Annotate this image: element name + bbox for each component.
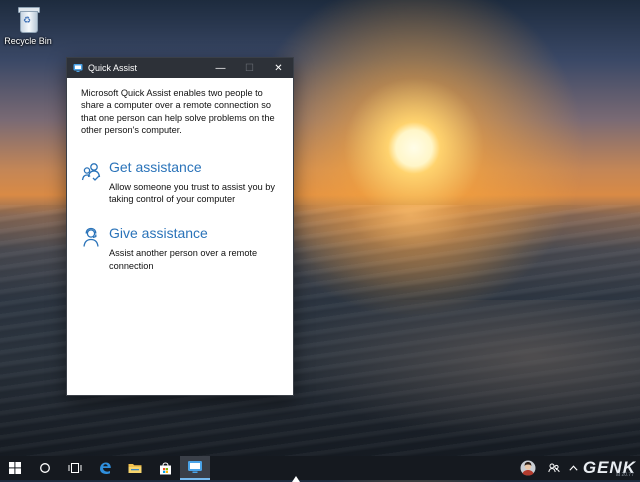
recycle-bin-desktop-icon[interactable]: ♻ Recycle Bin: [2, 2, 54, 46]
get-assistance-link[interactable]: Get assistance: [109, 159, 278, 175]
task-view-icon: [68, 463, 82, 473]
chevron-up-icon: [569, 465, 578, 471]
give-assistance-option[interactable]: Give assistance Assist another person ov…: [81, 225, 278, 272]
give-assistance-description: Assist another person over a remote conn…: [109, 248, 258, 271]
maximize-button[interactable]: ☐: [235, 58, 264, 78]
desktop-wallpaper-wave: [280, 300, 640, 440]
person-headset-icon: [81, 225, 109, 272]
start-icon: [9, 462, 21, 474]
window-content: Microsoft Quick Assist enables two peopl…: [67, 78, 293, 272]
people-check-icon: [81, 159, 109, 206]
edge-icon: [100, 462, 111, 474]
title-bar[interactable]: Quick Assist — ☐ ✕: [67, 58, 293, 78]
avatar[interactable]: [513, 456, 543, 480]
cortana-button[interactable]: [30, 456, 60, 480]
get-assistance-option[interactable]: Get assistance Allow someone you trust t…: [81, 159, 278, 206]
quick-assist-taskbar-button[interactable]: [180, 456, 210, 480]
edge-button[interactable]: [90, 456, 120, 480]
people-button[interactable]: [543, 456, 565, 480]
cortana-icon: [40, 463, 50, 473]
show-hidden-icons-button[interactable]: [565, 456, 583, 480]
store-button[interactable]: [150, 456, 180, 480]
store-icon: [159, 461, 171, 474]
minimize-button[interactable]: —: [206, 58, 235, 78]
quick-assist-app-icon: [73, 64, 83, 72]
give-assistance-link[interactable]: Give assistance: [109, 225, 278, 241]
intro-text: Microsoft Quick Assist enables two peopl…: [81, 88, 275, 136]
window-title: Quick Assist: [88, 63, 138, 73]
clock-text[interactable]: at 20.77: [616, 472, 634, 478]
recycle-bin-icon: ♻: [15, 5, 41, 35]
get-assistance-description: Allow someone you trust to assist you by…: [109, 181, 275, 205]
quick-assist-window: Quick Assist — ☐ ✕ Microsoft Quick Assis…: [66, 57, 294, 396]
file-explorer-button[interactable]: [120, 456, 150, 480]
start-button[interactable]: [0, 456, 30, 480]
quick-assist-icon: [188, 461, 202, 473]
people-icon: [548, 463, 560, 473]
file-explorer-icon: [128, 464, 142, 473]
mouse-cursor-icon: [292, 476, 300, 482]
recycle-bin-label: Recycle Bin: [4, 36, 52, 46]
task-view-button[interactable]: [60, 456, 90, 480]
user-avatar-icon: [520, 460, 536, 476]
taskbar: GENK at 20.77: [0, 456, 640, 480]
close-button[interactable]: ✕: [264, 58, 293, 78]
